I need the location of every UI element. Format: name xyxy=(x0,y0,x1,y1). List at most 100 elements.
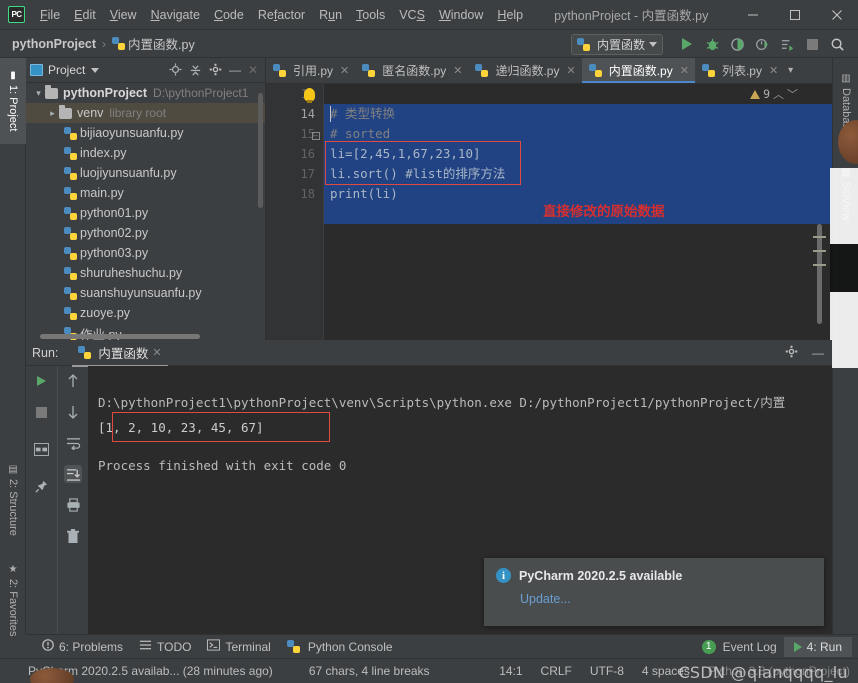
editor-scrollbar[interactable] xyxy=(817,224,822,324)
profile-icon[interactable] xyxy=(751,33,773,55)
status-encoding[interactable]: UTF-8 xyxy=(590,664,624,678)
hide-panel-icon[interactable]: — xyxy=(812,347,824,359)
project-tree-vscrollbar[interactable] xyxy=(258,93,263,208)
tree-item-file[interactable]: index.py xyxy=(26,143,265,163)
run-with-console-icon[interactable] xyxy=(776,33,798,55)
chevron-down-icon[interactable]: ﹀ xyxy=(787,86,798,102)
breadcrumb-file[interactable]: 内置函数.py xyxy=(128,34,195,53)
code-line-17[interactable]: li.sort() #list的排序方法 xyxy=(330,164,505,184)
rerun-icon[interactable] xyxy=(33,372,51,390)
project-tree-hscrollbar[interactable] xyxy=(40,334,200,339)
close-icon[interactable]: ✕ xyxy=(680,64,689,77)
menu-help[interactable]: Help xyxy=(490,5,530,25)
tree-item-file[interactable]: python01.py xyxy=(26,203,265,223)
close-icon[interactable]: ✕ xyxy=(769,64,778,77)
notification-update-link[interactable]: Update... xyxy=(520,592,812,606)
code-line-18[interactable]: print(li) xyxy=(330,184,398,204)
menu-tools[interactable]: Tools xyxy=(349,5,392,25)
hide-panel-icon[interactable]: — xyxy=(229,64,241,76)
tree-item-file[interactable]: python02.py xyxy=(26,223,265,243)
close-icon[interactable]: ✕ xyxy=(340,64,349,77)
down-icon[interactable] xyxy=(64,403,82,421)
debug-icon[interactable] xyxy=(701,33,723,55)
sidebar-item-project[interactable]: ▮ 1: Project xyxy=(0,58,26,144)
sidebar-item-structure[interactable]: ▤ 2: Structure xyxy=(0,450,26,550)
code-line-15[interactable]: # sorted xyxy=(330,124,390,144)
editor-tab-yinyong[interactable]: 引用.py ✕ xyxy=(266,58,355,83)
tree-item-file[interactable]: shuruheshuchu.py xyxy=(26,263,265,283)
breadcrumb-project[interactable]: pythonProject xyxy=(12,37,96,51)
tree-item-file[interactable]: zuoye.py xyxy=(26,303,265,323)
scroll-to-end-icon[interactable] xyxy=(64,465,82,483)
sidebar-item-favorites[interactable]: ★ 2: Favorites xyxy=(0,550,26,650)
close-button[interactable] xyxy=(816,0,858,30)
run-tab[interactable]: 内置函数 ✕ xyxy=(72,340,167,366)
run-configuration-selector[interactable]: 内置函数 xyxy=(571,34,663,55)
chevron-down-icon[interactable]: ▾ xyxy=(32,88,45,99)
tool-button-terminal[interactable]: Terminal xyxy=(207,639,270,654)
close-icon[interactable]: ✕ xyxy=(566,64,575,77)
editor-tab-liebiao[interactable]: 列表.py ✕ xyxy=(695,58,784,83)
search-icon[interactable] xyxy=(826,33,848,55)
tree-item-pythonproject[interactable]: ▾ pythonProject D:\pythonProject1 xyxy=(26,83,265,103)
editor-tab-nimingfunc[interactable]: 匿名函数.py ✕ xyxy=(355,58,468,83)
pin-icon[interactable] xyxy=(33,477,51,495)
chevron-up-icon[interactable]: ︿ xyxy=(773,86,784,102)
menu-edit[interactable]: Edit xyxy=(67,5,103,25)
code-line-14[interactable]: # 类型转换 xyxy=(330,104,395,124)
status-line-separator[interactable]: CRLF xyxy=(541,664,572,678)
close-icon[interactable]: ✕ xyxy=(453,64,462,77)
collapse-all-icon[interactable] xyxy=(189,63,202,78)
project-tree[interactable]: ▾ pythonProject D:\pythonProject1 ▸ venv… xyxy=(26,83,265,340)
notification-balloon[interactable]: i PyCharm 2020.2.5 available Update... xyxy=(484,558,824,626)
tree-item-file[interactable]: suanshuyunsuanfu.py xyxy=(26,283,265,303)
code-line-16[interactable]: li=[2,45,1,67,23,10] xyxy=(330,144,481,164)
tree-item-file[interactable]: python03.py xyxy=(26,243,265,263)
tree-item-venv[interactable]: ▸ venv library root xyxy=(26,103,265,123)
menu-code[interactable]: Code xyxy=(207,5,251,25)
code-editor[interactable]: 13 14 15 16 17 18 − # 类型转换 # sorted li=[… xyxy=(266,84,832,340)
stop-icon[interactable] xyxy=(801,33,823,55)
menu-view[interactable]: View xyxy=(103,5,144,25)
chevron-down-icon[interactable] xyxy=(91,68,99,73)
status-indent[interactable]: 4 spaces xyxy=(642,664,690,678)
chevron-down-icon[interactable]: ▾ xyxy=(784,58,797,83)
tool-button-todo[interactable]: TODO xyxy=(139,639,191,654)
inspection-widget[interactable]: 9 ︿ ﹀ xyxy=(750,86,798,102)
gear-icon[interactable] xyxy=(209,63,222,78)
menu-file[interactable]: File xyxy=(33,5,67,25)
menu-window[interactable]: Window xyxy=(432,5,490,25)
menu-vcs[interactable]: VCS xyxy=(392,5,432,25)
status-interpreter[interactable]: Python 3.8 (pythonProject) xyxy=(708,664,850,678)
chevron-right-icon[interactable]: ▸ xyxy=(46,108,59,119)
menu-refactor[interactable]: Refactor xyxy=(251,5,312,25)
tree-item-file[interactable]: main.py xyxy=(26,183,265,203)
gear-icon[interactable] xyxy=(785,345,798,360)
menu-run[interactable]: Run xyxy=(312,5,349,25)
maximize-button[interactable] xyxy=(774,0,816,30)
menu-navigate[interactable]: Navigate xyxy=(144,5,207,25)
up-icon[interactable] xyxy=(64,372,82,390)
editor-tab-diguifunc[interactable]: 递归函数.py ✕ xyxy=(468,58,581,83)
restore-layout-icon[interactable] xyxy=(33,440,51,458)
code-fold-icon[interactable]: − xyxy=(312,132,320,140)
event-log-button[interactable]: Event Log xyxy=(723,640,777,654)
status-caret-position[interactable]: 14:1 xyxy=(499,664,522,678)
close-icon[interactable]: ✕ xyxy=(152,346,161,359)
tool-button-python-console[interactable]: Python Console xyxy=(287,640,393,654)
run-icon[interactable] xyxy=(676,33,698,55)
run-tool-button[interactable]: 4: Run xyxy=(784,637,852,657)
run-coverage-icon[interactable] xyxy=(726,33,748,55)
soft-wrap-icon[interactable] xyxy=(64,434,82,452)
lightbulb-icon[interactable] xyxy=(304,88,315,101)
print-icon[interactable] xyxy=(64,496,82,514)
tool-button-problems[interactable]: 6: Problems xyxy=(42,639,123,654)
trash-icon[interactable] xyxy=(64,527,82,545)
tree-item-file[interactable]: bijiaoyunsuanfu.py xyxy=(26,123,265,143)
minimize-button[interactable] xyxy=(732,0,774,30)
tree-item-file[interactable]: luojiyunsuanfu.py xyxy=(26,163,265,183)
locate-icon[interactable] xyxy=(169,63,182,78)
stop-icon[interactable] xyxy=(33,403,51,421)
editor-tab-neizhifunc[interactable]: 内置函数.py ✕ xyxy=(582,58,695,83)
close-icon[interactable]: ✕ xyxy=(248,64,258,76)
